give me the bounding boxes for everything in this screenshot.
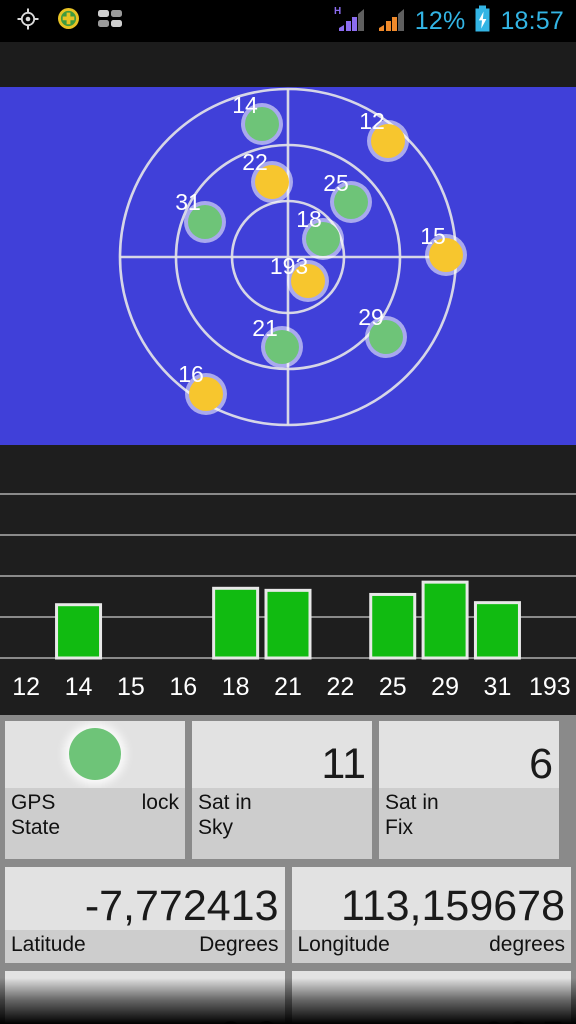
sat-in-sky-label-2: Sky bbox=[198, 815, 234, 839]
hspa-tag-text: H bbox=[334, 6, 341, 17]
sat-in-sky-labels: Sat in Sky bbox=[192, 788, 372, 859]
ygps-app-screen: H 12% 18:57 14 12 22 25 31 18 15 193 29 … bbox=[0, 0, 576, 1024]
battery-charging-icon bbox=[474, 5, 491, 37]
bar-25[interactable] bbox=[369, 592, 417, 660]
partial-right-value: 66.5 bbox=[481, 1016, 565, 1024]
panel-row-status: GPS lock State 11 Sat in Sky 6 Sat in Fi… bbox=[5, 721, 571, 859]
satellite-label-16: 16 bbox=[178, 361, 204, 387]
satellite-label-14: 14 bbox=[232, 92, 258, 118]
sat-in-sky-label: Sat in bbox=[198, 791, 252, 814]
satellite-label-25: 25 bbox=[323, 170, 349, 196]
panel-partial-right[interactable]: 66.5 bbox=[291, 971, 571, 1024]
panel-row-partial: 3.8 66.5 bbox=[5, 971, 571, 1024]
panel-sat-in-fix[interactable]: 6 Sat in Fix bbox=[379, 721, 559, 859]
latitude-unit: Degrees bbox=[199, 933, 279, 957]
satellite-label-18: 18 bbox=[296, 206, 322, 232]
panel-sat-in-sky[interactable]: 11 Sat in Sky bbox=[192, 721, 372, 859]
bar-14[interactable] bbox=[55, 603, 103, 660]
satellite-sky-plot[interactable]: 14 12 22 25 31 18 15 193 29 21 16 bbox=[0, 87, 576, 445]
tick-label-16: 16 bbox=[169, 673, 197, 701]
app-plus-badge-icon bbox=[56, 6, 81, 36]
longitude-unit: degrees bbox=[489, 933, 565, 957]
latitude-value: -7,772413 bbox=[84, 882, 279, 931]
gps-state-status: lock bbox=[141, 791, 179, 814]
satellite-label-193: 193 bbox=[270, 253, 308, 279]
partial-left-value: 3.8 bbox=[219, 1016, 279, 1024]
bar-29[interactable] bbox=[421, 580, 469, 660]
gps-state-label-2: State bbox=[11, 815, 61, 839]
status-dot-green-icon bbox=[69, 728, 121, 780]
android-status-bar: H 12% 18:57 bbox=[0, 0, 576, 42]
signal-bars-hspa-icon: H bbox=[333, 5, 367, 38]
tick-label-15: 15 bbox=[117, 673, 145, 701]
satellite-label-29: 29 bbox=[358, 304, 384, 330]
tick-label-29: 29 bbox=[431, 673, 459, 701]
sat-in-sky-value: 11 bbox=[321, 740, 366, 788]
bar-21[interactable] bbox=[264, 588, 312, 660]
latitude-label: Latitude bbox=[11, 933, 86, 957]
gps-state-label: GPS bbox=[11, 791, 56, 814]
longitude-value: 113,159678 bbox=[341, 882, 565, 931]
gps-crosshair-icon bbox=[16, 7, 40, 36]
longitude-labels: Longitude degrees bbox=[291, 930, 571, 963]
panel-longitude[interactable]: 113,159678 Longitude degrees bbox=[291, 867, 571, 963]
satellite-label-31: 31 bbox=[175, 189, 201, 215]
signal-bars-icon bbox=[376, 5, 406, 38]
sat-in-sky-value-box: 11 bbox=[192, 721, 372, 788]
panel-partial-left[interactable]: 3.8 bbox=[5, 971, 285, 1024]
blocks-icon bbox=[97, 9, 123, 34]
tick-label-25: 25 bbox=[379, 673, 407, 701]
tick-label-12: 12 bbox=[12, 673, 40, 701]
longitude-value-box: 113,159678 bbox=[291, 867, 571, 931]
tick-label-21: 21 bbox=[274, 673, 302, 701]
gps-state-labels: GPS lock State bbox=[5, 788, 185, 859]
bar-18[interactable] bbox=[212, 586, 260, 660]
partial-right-value-box: 66.5 bbox=[291, 971, 571, 1024]
tick-label-14: 14 bbox=[65, 673, 93, 701]
status-bar-right-icons: H 12% 18:57 bbox=[333, 5, 576, 38]
panel-row-coordinates: -7,772413 Latitude Degrees 113,159678 Lo… bbox=[5, 867, 571, 963]
satellite-label-15: 15 bbox=[420, 223, 446, 249]
sat-in-fix-label: Sat in bbox=[385, 791, 439, 814]
status-bar-left-icons bbox=[0, 6, 123, 36]
latitude-labels: Latitude Degrees bbox=[5, 930, 285, 963]
sat-in-fix-value-box: 6 bbox=[379, 721, 559, 788]
bar-31[interactable] bbox=[473, 601, 521, 660]
tick-label-31: 31 bbox=[484, 673, 512, 701]
latitude-value-box: -7,772413 bbox=[5, 867, 285, 931]
satellite-label-21: 21 bbox=[252, 315, 278, 341]
panel-latitude[interactable]: -7,772413 Latitude Degrees bbox=[5, 867, 285, 963]
signal-strength-bar-chart[interactable]: 12 14 15 16 18 21 22 25 29 31 193 bbox=[0, 445, 576, 715]
tick-label-22: 22 bbox=[326, 673, 354, 701]
tick-label-193: 193 bbox=[529, 673, 571, 701]
satellite-label-12: 12 bbox=[359, 108, 385, 134]
clock-text: 18:57 bbox=[500, 6, 564, 35]
battery-percent-text: 12% bbox=[414, 6, 466, 35]
sat-in-fix-labels: Sat in Fix bbox=[379, 788, 559, 859]
longitude-label: Longitude bbox=[297, 933, 390, 957]
panel-gps-state[interactable]: GPS lock State bbox=[5, 721, 185, 859]
satellite-label-22: 22 bbox=[242, 149, 268, 175]
tick-label-18: 18 bbox=[222, 673, 250, 701]
gps-state-value bbox=[5, 721, 185, 788]
sat-in-fix-value: 6 bbox=[529, 740, 553, 788]
gps-info-panels: GPS lock State 11 Sat in Sky 6 Sat in Fi… bbox=[0, 715, 576, 1024]
sat-in-fix-label-2: Fix bbox=[385, 815, 413, 839]
partial-left-value-box: 3.8 bbox=[5, 971, 285, 1024]
